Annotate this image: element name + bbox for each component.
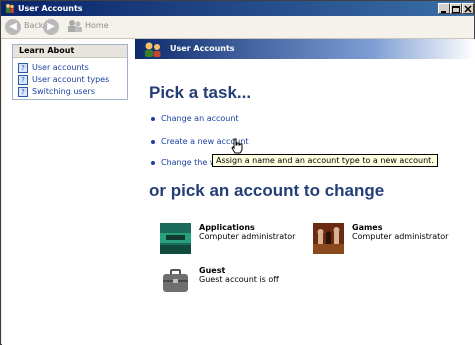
applications-avatar — [160, 223, 191, 254]
home-users-icon[interactable] — [67, 19, 83, 33]
task-change-account[interactable]: Change an account — [151, 114, 239, 123]
account-type: Computer administrator — [352, 232, 449, 241]
learn-item-label: User account types — [32, 75, 110, 84]
forward-button[interactable]: ▶ — [43, 19, 59, 35]
learn-about-panel: Learn About ? User accounts ? User account… — [12, 44, 128, 100]
minimize-icon — [441, 11, 446, 13]
users-icon — [145, 42, 161, 57]
learn-about-heading: Learn About — [13, 45, 127, 58]
learn-item-switching-users[interactable]: ? Switching users — [18, 86, 95, 97]
account-applications[interactable]: Applications Computer administrator — [160, 223, 310, 255]
account-type: Computer administrator — [199, 232, 296, 241]
learn-item-label: User accounts — [32, 63, 89, 72]
back-label[interactable]: Back — [24, 21, 43, 30]
games-avatar — [313, 223, 344, 254]
task-label: Change an account — [161, 114, 239, 123]
banner: User Accounts — [135, 39, 475, 59]
title-bar[interactable]: User Accounts — [1, 1, 474, 16]
home-label[interactable]: Home — [85, 21, 109, 30]
bullet-icon — [151, 139, 155, 144]
account-games[interactable]: Games Computer administrator — [313, 223, 463, 255]
account-guest[interactable]: Guest Guest account is off — [160, 266, 310, 298]
help-icon: ? — [18, 86, 28, 97]
main-pane: User Accounts Pick a task... Change an a… — [135, 39, 475, 345]
guest-briefcase-avatar — [160, 266, 191, 297]
bullet-icon — [151, 160, 155, 165]
minimize-button[interactable] — [438, 3, 450, 14]
help-icon: ? — [18, 62, 28, 73]
content-area: Learn About ? User accounts ? User account… — [2, 39, 475, 345]
hand-cursor-icon — [231, 138, 243, 154]
bullet-icon — [151, 116, 155, 121]
learn-item-user-account-types[interactable]: ? User account types — [18, 74, 109, 85]
learn-item-user-accounts[interactable]: ? User accounts — [18, 62, 89, 73]
close-icon — [464, 5, 472, 13]
pick-task-heading: Pick a task... — [149, 83, 252, 102]
maximize-icon — [452, 6, 460, 13]
account-type: Guest account is off — [199, 275, 279, 284]
close-button[interactable] — [462, 3, 474, 14]
pick-account-heading: or pick an account to change — [149, 181, 385, 200]
window-title: User Accounts — [18, 4, 83, 13]
forward-arrow-icon: ▶ — [47, 21, 55, 32]
user-accounts-window: User Accounts ◀ Back ▶ Home Learn About — [0, 0, 475, 345]
toolbar: ◀ Back ▶ Home — [1, 16, 474, 39]
account-name: Guest — [199, 266, 226, 275]
help-icon: ? — [18, 74, 28, 85]
maximize-button[interactable] — [450, 3, 462, 14]
left-pane: Learn About ? User accounts ? User account… — [2, 39, 133, 345]
banner-title: User Accounts — [170, 44, 235, 53]
back-button[interactable]: ◀ — [5, 19, 21, 35]
learn-item-label: Switching users — [32, 87, 95, 96]
user-accounts-app-icon — [6, 4, 14, 13]
tooltip: Assign a name and an account type to a n… — [212, 154, 438, 167]
account-name: Games — [352, 223, 383, 232]
back-arrow-icon: ◀ — [9, 21, 17, 32]
account-name: Applications — [199, 223, 255, 232]
